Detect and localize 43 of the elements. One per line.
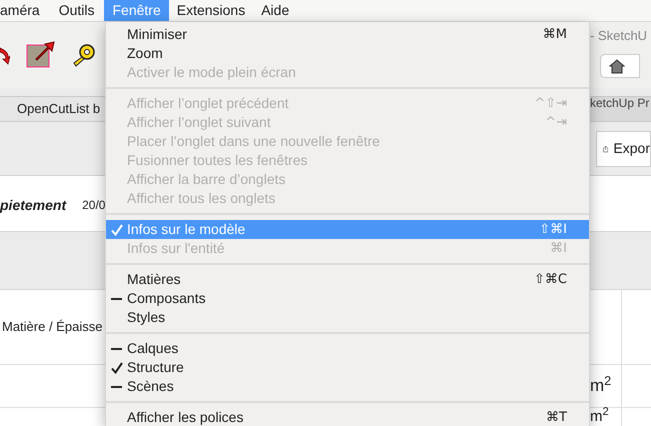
menu-item: Afficher tous les onglets: [126, 189, 276, 208]
tab[interactable]: ketchUp Pr: [590, 97, 650, 109]
shortcut-label: ⌘I: [550, 240, 567, 258]
checkmark-icon: [111, 224, 123, 236]
shortcut-label: ⌘T: [546, 408, 567, 426]
menu-item: Afficher l’onglet suivant ^⇥: [106, 113, 589, 132]
menu-bar-item[interactable]: Extensions: [168, 0, 254, 21]
tab[interactable]: OpenCutList b: [0, 97, 105, 121]
date-label: 20/0: [82, 197, 106, 214]
menu-item[interactable]: Minimiser ⌘M: [106, 25, 589, 44]
menu-bar-item[interactable]: Aide: [253, 0, 298, 21]
window-title: - SketchU: [590, 27, 648, 45]
menu-item: Activer le mode plein écran: [126, 63, 297, 82]
push-pull-icon[interactable]: [26, 40, 56, 70]
menu-item[interactable]: Structure: [106, 358, 589, 377]
heading: pietement: [0, 196, 66, 215]
shortcut-label: ^⇧⇥: [534, 94, 567, 113]
menu-item: Afficher l’onglet précédent ^⇧⇥: [106, 94, 589, 113]
menu-item: Afficher la barre d’onglets: [126, 170, 286, 189]
menu-item: Infos sur l'entité ⌘I: [106, 239, 589, 258]
menu-item[interactable]: Scènes: [106, 377, 589, 396]
home-button[interactable]: [600, 54, 640, 78]
table-cell-text: m$^{2}$: [590, 373, 612, 398]
table-cell-text: Matière / Épaisse: [2, 318, 102, 336]
menu-item[interactable]: Calques: [106, 339, 589, 358]
shortcut-label: ⌘M: [542, 26, 567, 44]
shortcut-label: ^⇥: [545, 114, 567, 132]
shortcut-label: ⇧⌘C: [534, 270, 567, 289]
menu-item[interactable]: Composants: [106, 289, 589, 308]
table-cell: m$^{2}$: [590, 408, 609, 425]
menu-bar-item[interactable]: améra: [0, 0, 51, 21]
menu-item[interactable]: Styles: [106, 308, 589, 327]
menu-bar-item[interactable]: Outils: [50, 0, 104, 21]
menu-item[interactable]: Afficher les polices ⌘T: [106, 408, 589, 426]
shortcut-label: ⇧⌘I: [539, 220, 567, 239]
checkmark-icon: [111, 362, 123, 374]
menu-item[interactable]: Matières ⇧⌘C: [106, 270, 589, 289]
tape-measure-icon[interactable]: [72, 43, 96, 67]
export-button[interactable]: Expor: [596, 130, 651, 166]
menu-item: Placer l’onglet dans une nouvelle fenêtre: [126, 132, 381, 151]
menu-item: Fusionner toutes les fenêtres: [126, 151, 309, 170]
house-icon: [609, 58, 625, 74]
menu-item[interactable]: Zoom: [106, 44, 589, 63]
